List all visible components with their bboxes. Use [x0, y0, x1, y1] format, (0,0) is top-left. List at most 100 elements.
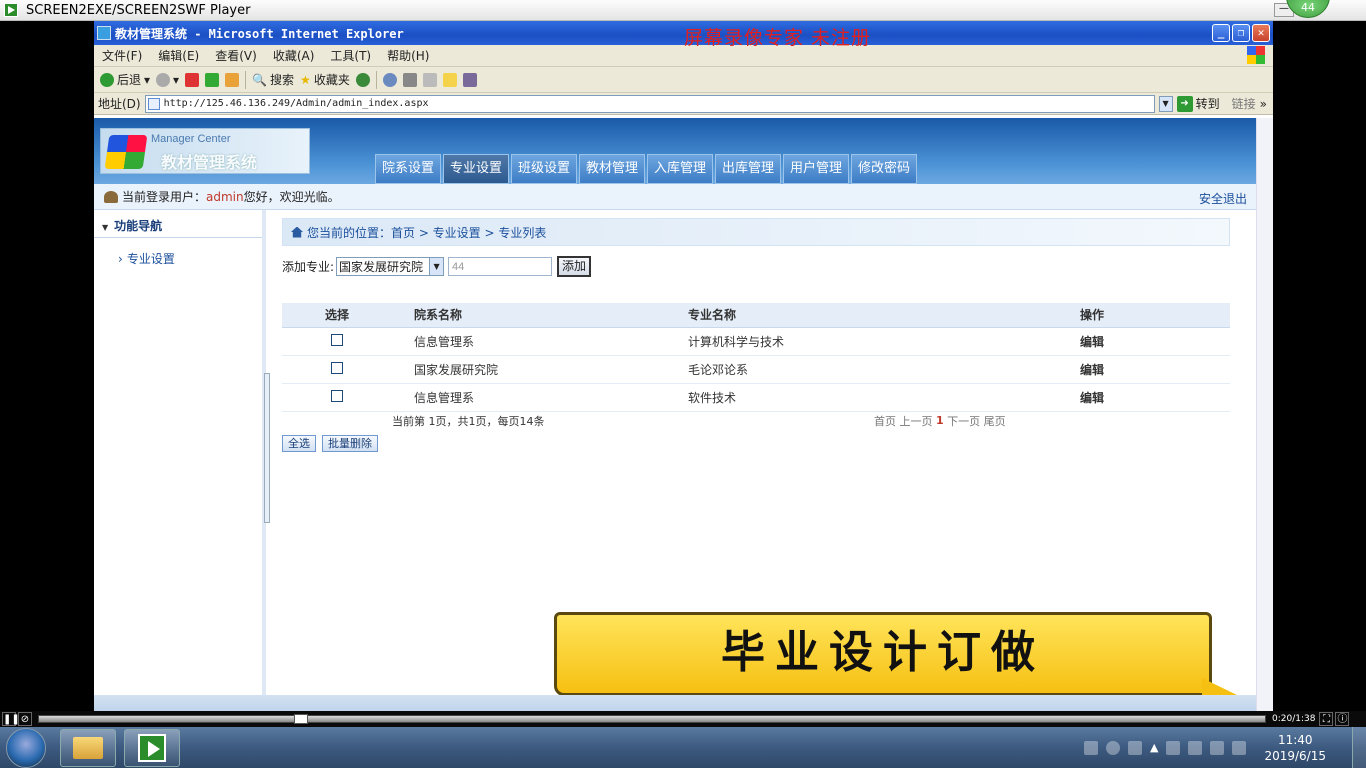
- go-arrow-icon: ➜: [1176, 95, 1193, 112]
- department-select[interactable]: 国家发展研究院 ▼: [336, 257, 445, 276]
- pager-prev[interactable]: 上一页: [900, 413, 933, 429]
- progress-track[interactable]: [38, 714, 1266, 724]
- select-all-button[interactable]: 全选: [282, 434, 316, 452]
- clock[interactable]: 11:40 2019/6/15: [1264, 732, 1326, 764]
- player-app-icon: [4, 3, 18, 17]
- edit-link[interactable]: 编辑: [1080, 327, 1230, 356]
- tab-password[interactable]: 修改密码: [851, 154, 917, 184]
- start-button[interactable]: [6, 727, 46, 768]
- major-name-input[interactable]: [448, 257, 553, 276]
- sidebar-item-major[interactable]: 专业设置: [118, 250, 262, 267]
- refresh-icon[interactable]: [205, 72, 220, 87]
- pager-info: 当前第 1页，共1页，每页14条: [392, 414, 545, 428]
- ie-restore-button[interactable]: ❐: [1232, 24, 1250, 42]
- user-bar: 当前登录用户： admin 您好，欢迎光临。 安全退出: [94, 184, 1273, 210]
- forward-arrow-icon: [156, 72, 171, 87]
- add-button[interactable]: 添加: [557, 256, 592, 277]
- col-major: 专业名称: [688, 303, 1080, 328]
- tab-stock-in[interactable]: 入库管理: [647, 154, 713, 184]
- add-major-row: 添加专业: 国家发展研究院▼ 添加: [282, 256, 1230, 277]
- ie-minimize-button[interactable]: _: [1212, 24, 1230, 42]
- logout-link[interactable]: 安全退出: [1199, 190, 1247, 207]
- sidebar-title[interactable]: 功能导航: [94, 214, 262, 238]
- sidebar: 功能导航 专业设置: [94, 210, 266, 711]
- row-checkbox[interactable]: [331, 333, 343, 346]
- info-icon[interactable]: ⓘ: [1335, 712, 1350, 726]
- edit-link[interactable]: 编辑: [1080, 355, 1230, 384]
- stop-icon[interactable]: [185, 72, 200, 87]
- folder-icon: [73, 736, 103, 759]
- ie-scrollbar[interactable]: [1256, 118, 1273, 711]
- bulk-delete-button[interactable]: 批量删除: [322, 434, 378, 452]
- chevron-right-icon[interactable]: »: [1260, 97, 1267, 111]
- fullscreen-icon[interactable]: ⛶: [1319, 712, 1334, 726]
- play-time: 0:20/1:38: [1272, 714, 1316, 724]
- tab-textbook[interactable]: 教材管理: [579, 154, 645, 184]
- row-checkbox[interactable]: [331, 389, 343, 402]
- search-button[interactable]: 🔍 搜索: [252, 71, 294, 88]
- rewind-icon[interactable]: ⊘: [18, 712, 32, 726]
- menu-edit[interactable]: 编辑(E): [150, 47, 207, 64]
- logo-chinese: 教材管理系统: [161, 153, 258, 172]
- forward-button[interactable]: ▾: [156, 72, 179, 87]
- pager-first[interactable]: 首页: [874, 413, 896, 429]
- ie-window-title: 教材管理系统 - Microsoft Internet Explorer: [115, 26, 404, 41]
- security-alert-icon[interactable]: [1210, 740, 1225, 755]
- history-icon[interactable]: [355, 72, 370, 87]
- menu-view[interactable]: 查看(V): [207, 47, 265, 64]
- show-desktop-button[interactable]: [1352, 727, 1366, 768]
- menu-help[interactable]: 帮助(H): [379, 47, 437, 64]
- recorder-watermark: 屏幕录像专家 未注册: [684, 27, 872, 49]
- pen-icon[interactable]: [1128, 740, 1142, 755]
- edit-link[interactable]: 编辑: [1080, 383, 1230, 412]
- network-alert-icon[interactable]: [1166, 740, 1181, 755]
- taskbar-explorer[interactable]: [60, 728, 116, 767]
- links-button[interactable]: 链接: [1232, 95, 1256, 112]
- print-icon[interactable]: [402, 72, 417, 87]
- home-icon[interactable]: [225, 72, 240, 87]
- tab-major[interactable]: 专业设置: [443, 154, 509, 184]
- pager-last[interactable]: 尾页: [984, 413, 1006, 429]
- ie-close-button[interactable]: ✕: [1252, 24, 1270, 42]
- logo-english: Manager Center: [151, 133, 231, 145]
- note-icon[interactable]: [442, 72, 457, 87]
- breadcrumb: 您当前的位置：首页 > 专业设置 > 专业列表: [282, 218, 1230, 246]
- player-icon: [138, 733, 166, 762]
- ie-toolbar: 后退 ▾ ▾ 🔍 搜索 ★ 收藏夹: [94, 67, 1273, 93]
- url-input[interactable]: http://125.46.136.249/Admin/admin_index.…: [144, 94, 1155, 113]
- cell-major: 计算机科学与技术: [688, 327, 1080, 356]
- taskbar-player[interactable]: [124, 728, 180, 767]
- volume-muted-icon[interactable]: [1188, 740, 1203, 755]
- back-button[interactable]: 后退 ▾: [100, 71, 150, 88]
- menu-favorites[interactable]: 收藏(A): [265, 47, 323, 64]
- cell-major: 软件技术: [688, 383, 1080, 412]
- mail-icon[interactable]: [382, 72, 397, 87]
- col-action: 操作: [1080, 303, 1230, 328]
- edit-page-icon[interactable]: [422, 72, 437, 87]
- page-footer-band: [94, 695, 1273, 711]
- menu-tools[interactable]: 工具(T): [322, 47, 379, 64]
- tab-stock-out[interactable]: 出库管理: [715, 154, 781, 184]
- tab-users[interactable]: 用户管理: [783, 154, 849, 184]
- address-dropdown[interactable]: ▼: [1158, 95, 1173, 112]
- pause-icon[interactable]: ❚❚: [2, 712, 20, 726]
- progress-thumb[interactable]: [293, 714, 308, 724]
- pager-next[interactable]: 下一页: [947, 413, 980, 429]
- go-button[interactable]: ➜ 转到: [1176, 95, 1220, 112]
- chevron-up-icon[interactable]: ▲: [1150, 741, 1158, 754]
- chevron-down-icon: ▼: [429, 258, 444, 275]
- tab-department[interactable]: 院系设置: [375, 154, 441, 184]
- keyboard-icon[interactable]: [1084, 740, 1098, 755]
- address-label: 地址(D): [98, 97, 141, 111]
- signal-icon[interactable]: [1232, 740, 1247, 755]
- user-name: admin: [206, 189, 244, 204]
- row-checkbox[interactable]: [331, 361, 343, 374]
- messenger-icon[interactable]: [462, 72, 477, 87]
- help-icon[interactable]: [1106, 740, 1120, 755]
- menu-file[interactable]: 文件(F): [94, 47, 150, 64]
- favorites-button[interactable]: ★ 收藏夹: [300, 71, 350, 88]
- tab-class[interactable]: 班级设置: [511, 154, 577, 184]
- sidebar-splitter[interactable]: [264, 373, 270, 523]
- bulk-actions: 全选 批量删除: [282, 434, 1230, 452]
- main-panel: 您当前的位置：首页 > 专业设置 > 专业列表 添加专业: 国家发展研究院▼ 添…: [282, 218, 1230, 452]
